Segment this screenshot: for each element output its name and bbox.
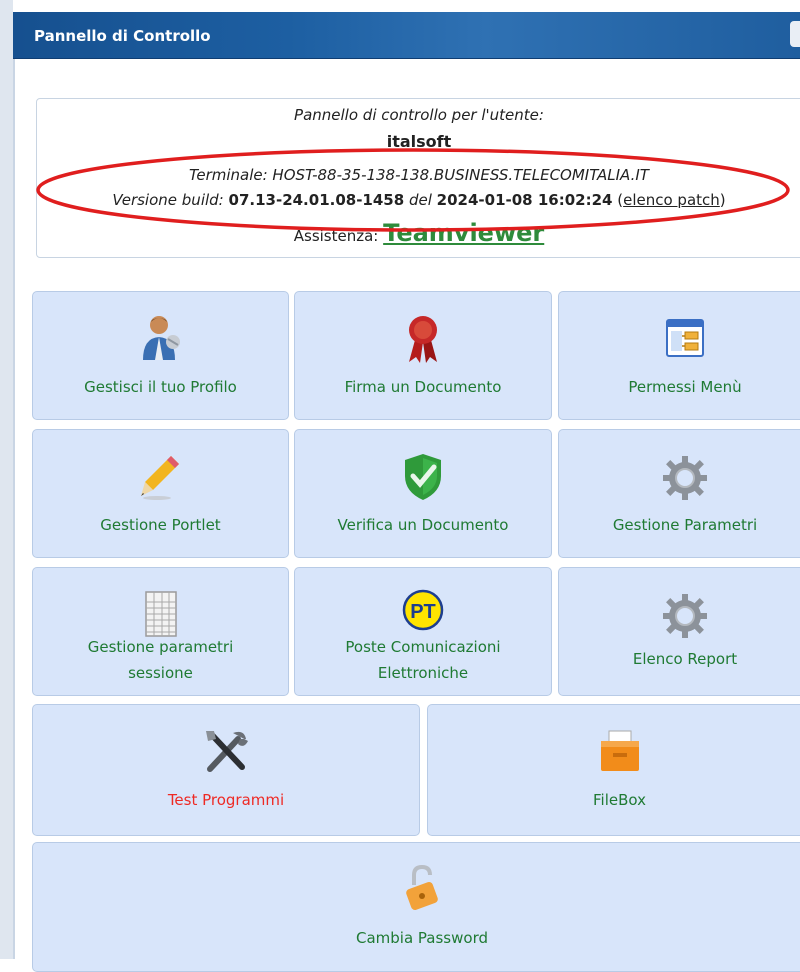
build-del: del [408, 191, 432, 209]
tile-label-line2: sessione [128, 664, 193, 682]
ribbon-seal-icon [409, 316, 437, 363]
info-build: Versione build: 07.13-24.01.08-1458 del … [37, 191, 800, 209]
gear-icon [663, 594, 707, 638]
build-prefix: Versione build: [112, 191, 224, 209]
pencil-icon [140, 456, 179, 500]
tile-label: Cambia Password [356, 929, 488, 947]
tile-label-line1: Gestione parametri [87, 638, 234, 656]
info-caption: Pannello di controllo per l'utente: [294, 106, 544, 124]
tile-change-password[interactable]: Cambia Password [32, 842, 800, 972]
info-username: italsoft [386, 132, 452, 151]
tile-verify-document[interactable]: Verifica un Documento [294, 429, 552, 558]
user-profile-icon [142, 316, 180, 360]
tile-label: Elenco Report [632, 650, 738, 668]
info-assistance: Assistenza: Teamviewer [37, 219, 800, 247]
tile-poste-communications[interactable]: PT Poste Comunicazioni Elettroniche [294, 567, 552, 696]
patch-list-link[interactable]: elenco patch [623, 191, 720, 209]
tile-menu-permissions[interactable]: Permessi Menù [558, 291, 800, 420]
tile-label: Gestione parametri sessione [33, 634, 288, 686]
pt-badge-icon: PT [402, 589, 444, 631]
tile-label: Test Programmi [167, 791, 285, 809]
info-terminal: Terminale: HOST-88-35-138-138.BUSINESS.T… [189, 166, 649, 184]
user-info-box: Pannello di controllo per l'utente: ital… [36, 98, 800, 258]
tile-filebox[interactable]: FileBox [427, 704, 800, 836]
tools-icon [206, 731, 248, 772]
file-box-icon [600, 730, 639, 771]
menu-window-icon [666, 319, 704, 357]
header-corner-button[interactable] [790, 21, 800, 47]
gear-icon [663, 456, 707, 500]
assistance-label: Assistenza: [293, 227, 379, 245]
tile-report-list[interactable]: Elenco Report [558, 567, 800, 696]
tile-test-programs[interactable]: Test Programmi [32, 704, 420, 836]
panel-title: Pannello di Controllo [34, 27, 211, 45]
tile-label-line1: Poste Comunicazioni [345, 638, 501, 656]
tile-label: Permessi Menù [628, 378, 742, 396]
pt-badge-text: PT [410, 601, 436, 623]
build-datetime: 2024-01-08 16:02:24 [436, 191, 613, 209]
tile-session-parameters[interactable]: Gestione parametri sessione [32, 567, 289, 696]
tile-label: Poste Comunicazioni Elettroniche [295, 634, 551, 686]
tile-sign-document[interactable]: Firma un Documento [294, 291, 552, 420]
left-frame-strip [0, 0, 13, 959]
panel-header: Pannello di Controllo [13, 12, 800, 59]
panel-left-border [13, 58, 15, 959]
teamviewer-link[interactable]: Teamviewer [383, 219, 544, 247]
tile-label: Gestisci il tuo Profilo [84, 378, 237, 396]
shield-check-icon [405, 454, 441, 500]
patch-close-paren: ) [719, 191, 726, 209]
tile-label: Verifica un Documento [337, 516, 509, 534]
padlock-open-icon [406, 864, 438, 910]
tile-label: Gestione Parametri [612, 516, 758, 534]
tile-manage-profile[interactable]: Gestisci il tuo Profilo [32, 291, 289, 420]
tile-label: Gestione Portlet [100, 516, 221, 534]
tile-label: Firma un Documento [344, 378, 502, 396]
tile-label-line2: Elettroniche [377, 664, 469, 682]
tile-parameter-management[interactable]: Gestione Parametri [558, 429, 800, 558]
tile-label: FileBox [593, 791, 646, 809]
spreadsheet-icon [144, 591, 177, 637]
tile-portlet-management[interactable]: Gestione Portlet [32, 429, 289, 558]
build-version: 07.13-24.01.08-1458 [228, 191, 405, 209]
